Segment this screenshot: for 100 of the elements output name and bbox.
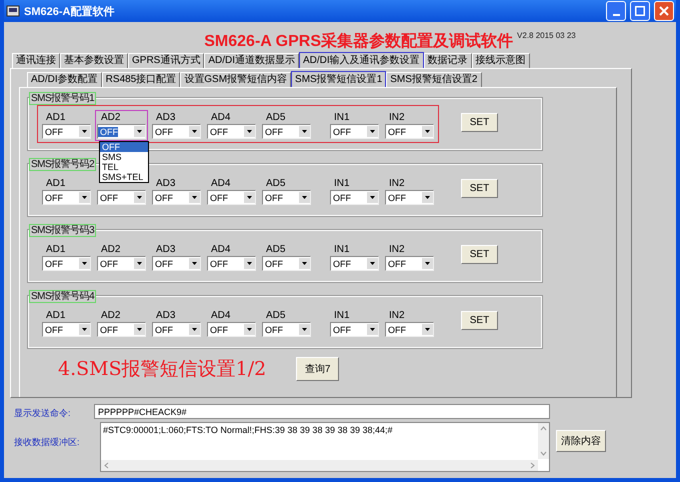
caret-icon	[299, 324, 310, 335]
maximize-button[interactable]	[630, 1, 650, 21]
tab[interactable]: 设置GSM报警短信内容	[180, 72, 292, 87]
dropdown[interactable]: OFF	[152, 256, 201, 271]
send-field[interactable]: PPPPPP#CHEACK9#	[94, 404, 550, 419]
dropdown[interactable]: OFF	[385, 190, 434, 205]
dropdown[interactable]: OFF	[330, 190, 379, 205]
dropdown[interactable]: OFF	[330, 322, 379, 337]
scrollbar[interactable]	[101, 460, 538, 471]
dropdown[interactable]: OFF	[207, 322, 256, 337]
field-label: AD5	[265, 112, 286, 124]
dropdown[interactable]: OFF	[262, 256, 311, 271]
dropdown[interactable]: OFF	[42, 190, 91, 205]
tab[interactable]: 通讯连接	[12, 53, 60, 68]
dropdown[interactable]: OFF	[97, 322, 146, 337]
caret-icon	[367, 126, 378, 137]
set-button[interactable]: SET	[461, 179, 498, 198]
dropdown[interactable]: OFF	[42, 322, 91, 337]
field-label: IN1	[333, 112, 351, 124]
caret-icon	[367, 324, 378, 335]
field-label: AD1	[45, 310, 66, 322]
tab[interactable]: SMS报警短信设置2	[386, 72, 482, 87]
dropdown-option[interactable]: OFF	[100, 142, 148, 152]
field-label: IN1	[333, 244, 351, 256]
caption-text: 4.SMS报警短信设置1/2	[58, 357, 266, 382]
caret-icon	[299, 192, 310, 203]
dropdown[interactable]: OFF	[330, 256, 379, 271]
dropdown-option[interactable]: TEL	[100, 162, 148, 172]
dropdown-option[interactable]: SMS	[100, 152, 148, 162]
set-button[interactable]: SET	[461, 113, 498, 132]
tab[interactable]: RS485接口配置	[102, 72, 180, 87]
dropdown[interactable]: OFF	[42, 124, 91, 139]
tab[interactable]: AD/DI参数配置	[27, 72, 102, 87]
close-button[interactable]	[654, 1, 674, 21]
dropdown[interactable]: OFF	[97, 124, 146, 139]
caret-icon	[244, 258, 255, 269]
clear-button[interactable]: 清除内容	[556, 430, 606, 452]
send-label: 显示发送命令:	[14, 407, 72, 420]
dropdown[interactable]: OFF	[330, 124, 379, 139]
dropdown-option[interactable]: SMS+TEL	[100, 172, 148, 182]
caret-icon	[134, 258, 145, 269]
caret-icon	[79, 192, 90, 203]
tab[interactable]: GPRS通讯方式	[128, 53, 204, 68]
dropdown[interactable]: OFF	[385, 124, 434, 139]
dropdown[interactable]: OFF	[97, 190, 146, 205]
field-label: AD3	[155, 178, 176, 190]
field-label: IN2	[388, 178, 406, 190]
caret-icon	[189, 192, 200, 203]
minimize-button[interactable]	[606, 1, 626, 21]
field-label: AD4	[210, 112, 232, 124]
caret-icon	[299, 126, 310, 137]
minimize-icon	[612, 14, 620, 16]
caret-icon	[189, 258, 200, 269]
dropdown[interactable]: OFF	[262, 322, 311, 337]
dropdown[interactable]: OFF	[152, 190, 201, 205]
caret-icon	[244, 126, 255, 137]
caret-icon	[422, 192, 433, 203]
dropdown[interactable]: OFF	[152, 124, 201, 139]
dropdown[interactable]: OFF	[207, 256, 256, 271]
tab[interactable]: 数据记录	[424, 53, 472, 68]
caret-icon	[422, 258, 433, 269]
caret-icon	[299, 258, 310, 269]
caret-icon	[422, 126, 433, 137]
app-title: SM626-A GPRS采集器参数配置及调试软件	[204, 31, 514, 52]
dropdown[interactable]: OFF	[97, 256, 146, 271]
field-label: IN2	[388, 244, 406, 256]
dropdown[interactable]: OFF	[385, 322, 434, 337]
field-label: AD5	[265, 310, 286, 322]
group-title: SMS报警号码1	[29, 92, 96, 105]
dropdown[interactable]: OFF	[262, 124, 311, 139]
dropdown[interactable]: OFF	[385, 256, 434, 271]
field-label: IN1	[333, 310, 351, 322]
caret-icon	[134, 192, 145, 203]
caret-icon	[79, 324, 90, 335]
dropdown[interactable]: OFF	[207, 190, 256, 205]
field-label: AD5	[265, 244, 286, 256]
caret-icon	[244, 324, 255, 335]
tab[interactable]: AD/DI通道数据显示	[204, 53, 300, 68]
set-button[interactable]: SET	[461, 245, 498, 264]
dropdown[interactable]: OFF	[262, 190, 311, 205]
caret-icon	[367, 192, 378, 203]
dropdown[interactable]: OFF	[207, 124, 256, 139]
receive-field[interactable]: #STC9:00001;L:060;FTS:TO Normal!;FHS:39 38 39 38 39 38 39 38;44;#	[100, 422, 550, 472]
set-button[interactable]: SET	[461, 311, 498, 330]
close-icon	[659, 6, 669, 16]
dropdown[interactable]: OFF	[42, 256, 91, 271]
scrollbar[interactable]	[538, 423, 549, 459]
tab[interactable]: AD/DI输入及通讯参数设置	[299, 52, 424, 68]
field-label: AD1	[45, 178, 66, 190]
dropdown[interactable]: OFF	[152, 322, 201, 337]
tab[interactable]: SMS报警短信设置1	[291, 71, 386, 87]
tab[interactable]: 接线示意图	[472, 53, 530, 68]
receive-text: #STC9:00001;L:060;FTS:TO Normal!;FHS:39 38 39 38 39 38 39 38;44;#	[102, 424, 394, 437]
query-button[interactable]: 查询7	[296, 357, 340, 381]
tab[interactable]: 基本参数设置	[60, 53, 128, 68]
caret-icon	[79, 126, 90, 137]
field-label: IN2	[388, 310, 406, 322]
field-label: AD1	[45, 112, 66, 124]
caret-icon	[244, 192, 255, 203]
caret-icon	[134, 324, 145, 335]
